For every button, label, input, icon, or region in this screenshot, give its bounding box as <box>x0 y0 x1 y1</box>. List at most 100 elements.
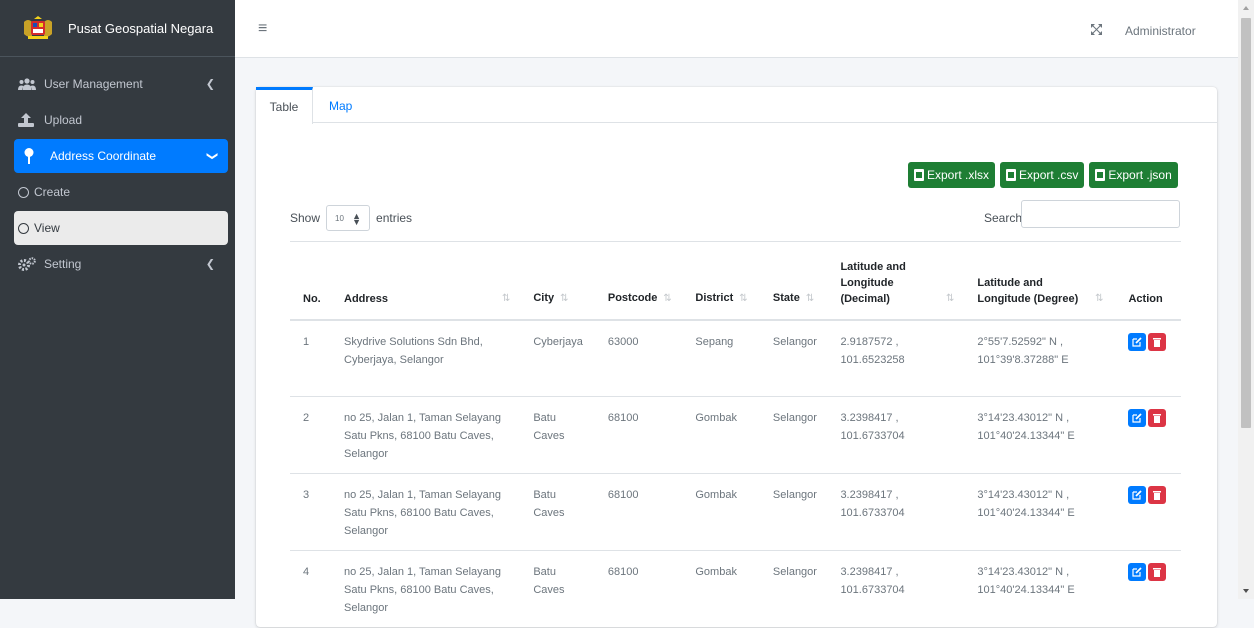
col-latlon-degree-label: Latitude and Longitude (Degree) <box>977 276 1079 305</box>
edit-button[interactable] <box>1128 563 1147 582</box>
sidebar-item-setting[interactable]: Setting ❮ <box>8 247 227 281</box>
map-pin-icon <box>24 148 46 164</box>
delete-button[interactable] <box>1148 486 1167 505</box>
page-scrollbar[interactable] <box>1238 0 1254 599</box>
circle-icon <box>18 222 29 234</box>
sort-icon: ⇅ <box>663 292 672 304</box>
cell-postcode: 68100 <box>594 550 683 628</box>
search-label: Search: <box>984 211 1026 225</box>
cell-action <box>1115 550 1181 628</box>
cell-address: no 25, Jalan 1, Taman Selayang Satu Pkns… <box>331 550 521 628</box>
cell-state: Selangor <box>759 550 828 628</box>
cell-latlon-degree: 3°14'23.43012" N , 101°40'24.13344" E <box>964 550 1116 628</box>
cell-latlon-degree: 3°14'23.43012" N , 101°40'24.13344" E <box>964 396 1116 474</box>
user-menu[interactable]: Administrator <box>1125 24 1196 38</box>
top-navbar: ≡ Administrator <box>235 0 1238 58</box>
trash-icon <box>1153 337 1162 347</box>
select-arrows-icon: ▲ ▼ <box>352 211 362 227</box>
chevron-left-icon: ❮ <box>205 78 215 91</box>
tab-table[interactable]: Table <box>256 87 313 124</box>
fullscreen-icon[interactable] <box>1091 24 1102 38</box>
export-xlsx-button[interactable]: Export .xlsx <box>908 162 996 188</box>
cell-state: Selangor <box>759 473 828 551</box>
cell-state: Selangor <box>759 319 828 397</box>
gears-icon <box>18 257 40 271</box>
col-latlon-decimal-label: Latitude and Longitude (Decimal) <box>840 260 906 305</box>
sidebar-item-address-coordinate[interactable]: Address Coordinate ❮ <box>14 139 228 173</box>
col-no[interactable]: No. <box>290 241 332 321</box>
col-address-label: Address <box>344 292 389 305</box>
scrollbar-thumb[interactable] <box>1241 18 1251 428</box>
trash-icon <box>1153 491 1162 501</box>
col-postcode[interactable]: Postcode ⇅ <box>594 241 683 321</box>
col-latlon-degree[interactable]: Latitude and Longitude (Degree) ⇅ <box>964 241 1116 321</box>
cell-district: Gombak <box>682 396 760 474</box>
col-postcode-label: Postcode <box>607 291 658 304</box>
table-row: 1 Skydrive Solutions Sdn Bhd, Cyberjaya,… <box>290 319 1181 397</box>
delete-button[interactable] <box>1148 332 1167 351</box>
edit-icon <box>1132 490 1143 500</box>
sort-icon: ⇅ <box>560 292 569 304</box>
cell-no: 1 <box>290 319 332 397</box>
brand-name: Pusat Geospatial Negara <box>68 20 214 36</box>
brand[interactable]: Pusat Geospatial Negara <box>0 0 235 57</box>
export-buttons: Export .xlsx Export .csv Export .json <box>908 162 1178 188</box>
cell-city: Cyberjaya <box>520 319 595 397</box>
col-city[interactable]: City ⇅ <box>520 241 595 321</box>
sidebar-item-upload[interactable]: Upload <box>8 103 227 137</box>
delete-button[interactable] <box>1148 409 1167 428</box>
json-file-icon <box>1095 169 1106 181</box>
cell-action <box>1115 319 1181 397</box>
table-row: 2 no 25, Jalan 1, Taman Selayang Satu Pk… <box>290 396 1181 474</box>
entries-select[interactable]: 10 ▲ ▼ <box>326 205 371 231</box>
edit-button[interactable] <box>1128 486 1147 505</box>
chevron-left-icon: ❮ <box>205 258 215 271</box>
col-district[interactable]: District ⇅ <box>682 241 760 321</box>
sort-icon: ⇅ <box>805 292 815 304</box>
col-address[interactable]: Address ⇅ <box>331 241 521 321</box>
cell-no: 3 <box>290 473 332 551</box>
col-latlon-decimal[interactable]: Latitude and Longitude (Decimal) ⇅ <box>827 241 965 321</box>
sidebar-item-label: Setting <box>44 257 82 271</box>
edit-button[interactable] <box>1128 332 1147 351</box>
cell-district: Sepang <box>682 319 760 397</box>
table-row: 4 no 25, Jalan 1, Taman Selayang Satu Pk… <box>290 550 1181 628</box>
hamburger-menu-icon[interactable]: ≡ <box>258 21 267 37</box>
cell-district: Gombak <box>682 550 760 628</box>
scroll-down-icon[interactable] <box>1243 589 1249 593</box>
scroll-up-icon[interactable] <box>1243 6 1249 10</box>
export-xlsx-label: Export .xlsx <box>927 168 990 182</box>
sidebar-item-label: Create <box>34 185 71 199</box>
circle-icon <box>18 186 29 198</box>
col-state[interactable]: State ⇅ <box>759 241 828 321</box>
entries-label: entries <box>376 211 413 225</box>
col-action: Action <box>1115 241 1181 321</box>
edit-icon <box>1132 336 1143 347</box>
sidebar-item-label: Upload <box>44 113 83 127</box>
edit-button[interactable] <box>1128 409 1147 428</box>
export-json-button[interactable]: Export .json <box>1089 162 1178 188</box>
sidebar-item-user-management[interactable]: User Management ❮ <box>8 67 227 101</box>
cell-postcode: 63000 <box>594 319 683 397</box>
content-card: Table Map Export .xlsx Export .csv Expor… <box>256 87 1217 628</box>
sidebar-nav: User Management ❮ Upload Address Coordin… <box>0 57 235 281</box>
tab-bar: Table Map <box>256 87 1217 124</box>
table-row: 3 no 25, Jalan 1, Taman Selayang Satu Pk… <box>290 473 1181 551</box>
search-input[interactable] <box>1021 200 1180 228</box>
sidebar-item-label: View <box>34 221 60 235</box>
cell-latlon-decimal: 3.2398417 , 101.6733704 <box>827 396 965 474</box>
cell-city: Batu Caves <box>520 473 595 551</box>
delete-button[interactable] <box>1148 563 1167 582</box>
col-city-label: City <box>533 291 555 304</box>
sort-icon: ⇅ <box>739 292 748 304</box>
cell-action <box>1115 473 1181 551</box>
sidebar: Pusat Geospatial Negara User Management … <box>0 0 235 599</box>
users-icon <box>18 78 40 90</box>
chevron-down-icon: ❮ <box>205 151 218 161</box>
sidebar-item-view[interactable]: View <box>14 211 228 245</box>
sidebar-item-create[interactable]: Create <box>14 175 228 209</box>
cell-no: 4 <box>290 550 332 628</box>
export-csv-button[interactable]: Export .csv <box>1000 162 1085 188</box>
cell-city: Batu Caves <box>520 550 595 628</box>
tab-map[interactable]: Map <box>329 87 352 123</box>
